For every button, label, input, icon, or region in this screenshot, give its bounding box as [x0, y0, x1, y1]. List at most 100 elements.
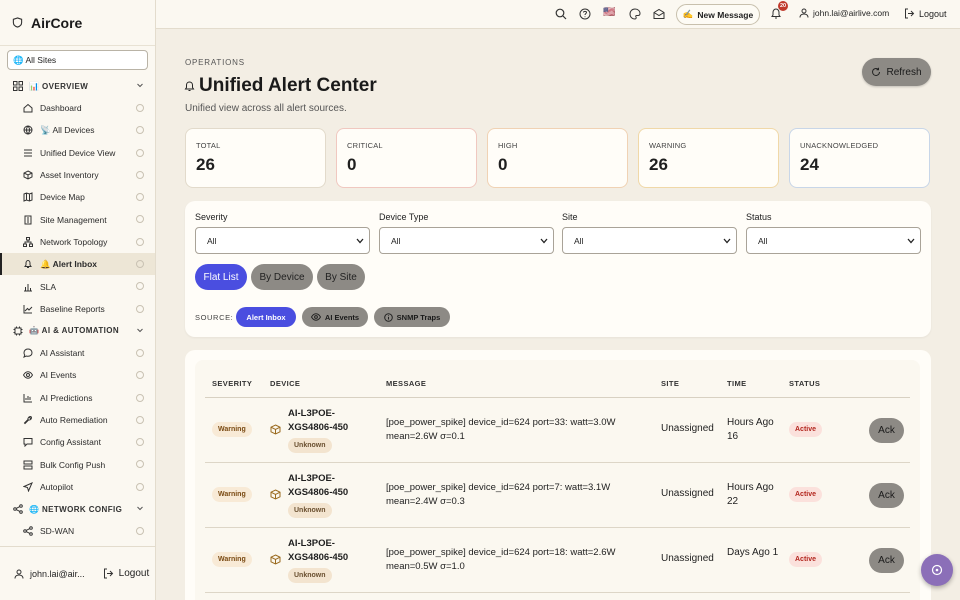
column-header-severity[interactable]: SEVERITY: [212, 379, 252, 388]
column-header-device[interactable]: DEVICE: [270, 379, 300, 388]
ack-button[interactable]: Ack: [869, 548, 904, 573]
alert-message: [poe_power_spike] device_id=624 port=7: …: [386, 482, 611, 507]
info-icon: [136, 438, 144, 447]
stat-card-warning: WARNING 26: [638, 128, 779, 188]
ack-button[interactable]: Ack: [869, 418, 904, 443]
chevron-down-icon: [137, 83, 143, 88]
source-alert-inbox-chip[interactable]: Alert Inbox: [236, 307, 296, 327]
device-name[interactable]: AI-L3POE-XGS4806-450: [288, 472, 368, 500]
building-icon: [24, 215, 32, 225]
chevron-down-icon: [137, 328, 143, 333]
table-row[interactable]: Warning AI-L3POE-XGS4806-450 Unknown [po…: [205, 463, 910, 528]
info-icon: [136, 260, 144, 269]
column-header-message[interactable]: MESSAGE: [386, 379, 426, 388]
sidebar-item-network-topology[interactable]: Network Topology: [0, 231, 155, 253]
alert-time: Days Ago 1: [727, 547, 779, 558]
search-icon[interactable]: [555, 8, 567, 20]
sidebar-item-sd-wan[interactable]: SD-WAN: [0, 520, 155, 542]
mail-icon[interactable]: [653, 8, 665, 20]
device-type-select[interactable]: All: [379, 227, 554, 254]
eye-icon: [23, 371, 33, 380]
package-icon: [270, 554, 281, 565]
view-flat-list-button[interactable]: Flat List: [195, 264, 247, 290]
device-name[interactable]: AI-L3POE-XGS4806-450: [288, 407, 368, 435]
sidebar-item-dashboard[interactable]: Dashboard: [0, 97, 155, 119]
brand[interactable]: AirCore: [0, 0, 155, 46]
column-header-status[interactable]: STATUS: [789, 379, 820, 388]
chip-label: AI Events: [324, 312, 360, 322]
sidebar-item-all-devices[interactable]: 📡 All Devices: [0, 119, 155, 141]
sidebar-item-baseline-reports[interactable]: Baseline Reports: [0, 298, 155, 320]
view-by-site-button[interactable]: By Site: [317, 264, 365, 290]
ack-button[interactable]: Ack: [869, 483, 904, 508]
palette-icon[interactable]: [629, 8, 641, 20]
sidebar-item-autopilot[interactable]: Autopilot: [0, 476, 155, 498]
nav-section-ai-automation[interactable]: 🤖 AI & AUTOMATION: [0, 320, 155, 342]
share-icon: [13, 504, 23, 514]
stat-label: HIGH: [498, 141, 518, 150]
sidebar-item-label: Baseline Reports: [40, 303, 105, 314]
box-icon: [23, 170, 33, 180]
layers-icon: [23, 460, 33, 470]
sidebar: AirCore 🌐 All Sites 📊 OVERVIEW Dashboard…: [0, 0, 156, 600]
stat-label: TOTAL: [196, 141, 221, 150]
language-flag-icon[interactable]: 🇺🇸: [603, 7, 617, 19]
help-icon[interactable]: [579, 8, 591, 20]
sidebar-item-ai-assistant[interactable]: AI Assistant: [0, 342, 155, 364]
nav-section-label: 🌐 NETWORK CONFIG: [29, 504, 123, 514]
nav-section-overview[interactable]: 📊 OVERVIEW: [0, 75, 155, 97]
sidebar-item-unified-device-view[interactable]: Unified Device View: [0, 142, 155, 164]
nav-section-label: 📊 OVERVIEW: [29, 81, 89, 91]
sidebar-item-config-assistant[interactable]: Config Assistant: [0, 431, 155, 453]
sidebar-item-label: Unified Device View: [40, 147, 116, 158]
sidebar-item-bulk-config-push[interactable]: Bulk Config Push: [0, 453, 155, 475]
logout-button[interactable]: Logout: [904, 8, 947, 19]
user-menu[interactable]: john.lai@airlive.com: [799, 8, 889, 18]
select-value: All: [391, 235, 401, 246]
sidebar-item-ai-events[interactable]: AI Events: [0, 364, 155, 386]
sidebar-item-ai-predictions[interactable]: AI Predictions: [0, 387, 155, 409]
bell-icon: [24, 260, 32, 269]
page-subtitle: Unified view across all alert sources.: [185, 103, 347, 114]
info-icon: [136, 460, 144, 469]
column-header-site[interactable]: SITE: [661, 379, 679, 388]
sidebar-item-site-management[interactable]: Site Management: [0, 208, 155, 230]
chat-assistant-button[interactable]: [921, 554, 953, 586]
user-icon: [799, 8, 809, 18]
table-row[interactable]: Warning AI-L3POE-XGS4806-450 Unknown [po…: [205, 398, 910, 463]
alert-time: Hours Ago 16: [727, 417, 774, 442]
severity-select[interactable]: All: [195, 227, 370, 254]
stat-card-unacknowledged: UNACKNOWLEDGED 24: [789, 128, 930, 188]
sidebar-item-label: Config Assistant: [40, 437, 101, 448]
source-snmp-traps-chip[interactable]: SNMP Traps: [374, 307, 450, 327]
sidebar-item-label: 📡 All Devices: [40, 124, 95, 135]
device-name[interactable]: AI-L3POE-XGS4806-450: [288, 537, 368, 565]
column-header-time[interactable]: TIME: [727, 379, 747, 388]
status-badge: Active: [789, 487, 823, 502]
chevron-down-icon: [723, 238, 731, 244]
notification-badge: 20: [778, 1, 788, 11]
grid-icon: [13, 81, 23, 91]
sidebar-item-alert-inbox[interactable]: 🔔 Alert Inbox: [0, 253, 155, 276]
stat-card-high: HIGH 0: [487, 128, 628, 188]
stat-label: CRITICAL: [347, 141, 383, 150]
share-icon: [23, 526, 33, 536]
table-row[interactable]: Warning AI-L3POE-XGS4806-450 Unknown [po…: [205, 528, 910, 593]
sidebar-item-asset-inventory[interactable]: Asset Inventory: [0, 164, 155, 186]
site-selector[interactable]: 🌐 All Sites: [7, 50, 148, 70]
site-select[interactable]: All: [562, 227, 737, 254]
source-ai-events-chip[interactable]: AI Events: [302, 307, 368, 327]
sidebar-item-device-map[interactable]: Device Map: [0, 186, 155, 208]
new-message-button[interactable]: ✍️ New Message: [676, 4, 760, 25]
footer-user[interactable]: john.lai@air...: [30, 569, 85, 579]
refresh-button[interactable]: Refresh: [862, 58, 931, 86]
footer-logout-button[interactable]: Logout: [103, 568, 149, 579]
status-select[interactable]: All: [746, 227, 921, 254]
sidebar-item-auto-remediation[interactable]: Auto Remediation: [0, 409, 155, 431]
info-icon: [136, 215, 144, 224]
info-icon: [136, 371, 144, 380]
info-icon: [136, 193, 144, 202]
sidebar-item-sla[interactable]: SLA: [0, 275, 155, 297]
view-by-device-button[interactable]: By Device: [251, 264, 313, 290]
nav-section-network-config[interactable]: 🌐 NETWORK CONFIG: [0, 498, 155, 520]
